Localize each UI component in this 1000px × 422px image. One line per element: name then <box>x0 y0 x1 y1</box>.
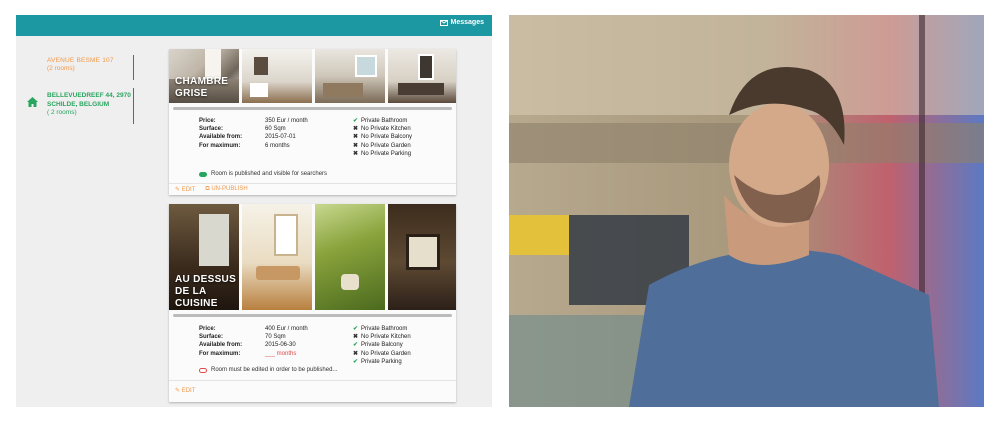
card-actions: ✎ EDIT <box>175 387 195 394</box>
sidebar-item-avenue-besme[interactable]: AVENUE BESME 107 (2 rooms) <box>47 57 135 73</box>
maximum-value: ___ months <box>265 350 297 357</box>
cross-icon: ✖ <box>353 142 359 149</box>
divider <box>133 88 134 124</box>
progress-bar <box>173 107 452 110</box>
check-icon: ✔ <box>353 118 359 124</box>
surface-label: Surface: <box>199 126 224 133</box>
unpublish-button[interactable]: ⧉ UN-PUBLISH <box>205 186 247 193</box>
room-photo[interactable]: CHAMBRE GRISE <box>169 49 239 103</box>
edit-button[interactable]: ✎ EDIT <box>175 387 195 394</box>
room-photo[interactable]: AU DESSUS DE LA CUISINE <box>169 204 239 310</box>
amenity: Private Parking <box>361 358 402 365</box>
price-label: Price: <box>199 118 216 124</box>
check-icon: ✔ <box>353 326 359 332</box>
cross-icon: ✖ <box>353 134 359 141</box>
room-photo[interactable] <box>315 49 385 103</box>
publish-status: Room must be edited in order to be publi… <box>199 367 337 373</box>
room-photo[interactable] <box>242 49 312 103</box>
portrait-photo <box>509 15 984 407</box>
divider <box>133 55 134 80</box>
divider <box>169 183 456 184</box>
surface-value: 60 Sqm <box>265 126 286 133</box>
progress-bar <box>173 314 452 317</box>
amenity: Private Balcony <box>361 342 403 349</box>
messages-label: Messages <box>450 19 484 26</box>
room-card: CHAMBRE GRISE Price: 350 Eur / month ✔ Priv… <box>169 49 456 195</box>
room-count: (2 rooms) <box>47 65 75 72</box>
home-icon <box>27 97 38 107</box>
amenity: No Private Garden <box>361 142 411 149</box>
available-value: 2015-07-01 <box>265 134 296 141</box>
envelope-icon <box>439 19 448 26</box>
amenity: Private Bathroom <box>361 326 408 332</box>
room-details: Price: 350 Eur / month ✔ Private Bathroom S… <box>199 117 439 158</box>
divider <box>169 380 456 381</box>
toggle-off-icon[interactable] <box>199 367 207 373</box>
cross-icon: ✖ <box>353 150 359 157</box>
room-title: AU DESSUS DE LA CUISINE <box>175 274 237 309</box>
room-title: CHAMBRE GRISE <box>175 76 229 99</box>
available-label: Available from: <box>199 342 243 349</box>
room-count: ( 2 rooms) <box>47 109 77 116</box>
amenity: No Private Kitchen <box>361 126 411 133</box>
available-value: 2015-06-30 <box>265 342 296 349</box>
cross-icon: ✖ <box>353 334 359 341</box>
check-icon: ✔ <box>353 342 359 349</box>
available-label: Available from: <box>199 134 243 141</box>
portrait-illustration <box>509 15 984 407</box>
amenity: No Private Parking <box>361 150 412 157</box>
sidebar-item-bellevuedreef[interactable]: BELLEVUEDREEF 44, 2970 SCHILDE, BELGIUM … <box>47 92 139 118</box>
status-text: Room must be edited in order to be publi… <box>211 367 338 373</box>
edit-button[interactable]: ✎ EDIT <box>175 186 195 193</box>
surface-value: 70 Sqm <box>265 334 286 341</box>
property-name: AVENUE BESME 107 <box>47 57 114 64</box>
card-actions: ✎ EDIT ⧉ UN-PUBLISH <box>175 186 248 193</box>
messages-link[interactable]: Messages <box>439 19 484 26</box>
maximum-label: For maximum: <box>199 142 241 149</box>
toggle-on-icon[interactable] <box>199 171 207 177</box>
price-label: Price: <box>199 326 216 332</box>
status-text: Room is published and visible for search… <box>211 171 328 177</box>
cross-icon: ✖ <box>353 126 359 133</box>
publish-status: Room is published and visible for search… <box>199 171 327 177</box>
room-photo[interactable] <box>242 204 312 310</box>
price-value: 350 Eur / month <box>265 118 308 124</box>
top-bar: Messages <box>16 15 492 36</box>
room-details: Price: 400 Eur / month ✔ Private Bathroom S… <box>199 325 439 366</box>
amenity: No Private Garden <box>361 350 411 357</box>
maximum-value: 6 months <box>265 142 290 149</box>
room-photo[interactable] <box>388 49 456 103</box>
amenity: Private Bathroom <box>361 118 408 124</box>
property-name: BELLEVUEDREEF 44, 2970 SCHILDE, BELGIUM <box>47 92 131 108</box>
room-card: AU DESSUS DE LA CUISINE Price: 400 Eur / … <box>169 204 456 402</box>
check-icon: ✔ <box>353 358 359 365</box>
maximum-label: For maximum: <box>199 350 241 357</box>
room-photo[interactable] <box>388 204 456 310</box>
amenity: No Private Balcony <box>361 134 413 141</box>
room-photo[interactable] <box>315 204 385 310</box>
photo-strip[interactable]: AU DESSUS DE LA CUISINE <box>169 204 456 310</box>
app-screen: Messages AVENUE BESME 107 (2 rooms) BELL… <box>16 15 492 407</box>
photo-strip[interactable]: CHAMBRE GRISE <box>169 49 456 103</box>
surface-label: Surface: <box>199 334 224 341</box>
amenity: No Private Kitchen <box>361 334 411 341</box>
price-value: 400 Eur / month <box>265 326 308 332</box>
cross-icon: ✖ <box>353 350 359 357</box>
